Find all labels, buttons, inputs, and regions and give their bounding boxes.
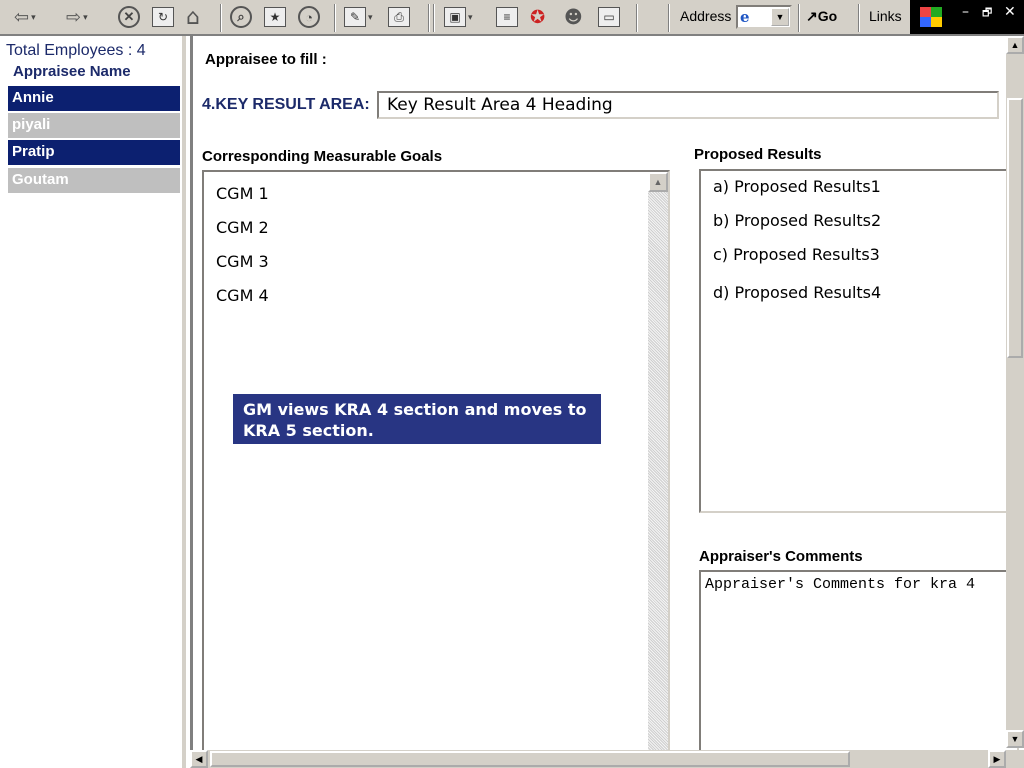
document-icon: ≡ [496, 7, 518, 27]
proposed-results-textarea[interactable]: a) Proposed Results1 b) Proposed Results… [699, 169, 1019, 513]
toolbar-separator [636, 4, 638, 32]
home-icon: ⌂ [186, 4, 200, 30]
toolbar-separator [220, 4, 222, 32]
award-button[interactable]: ✪ [530, 4, 545, 30]
scroll-right-icon[interactable]: ▶ [988, 750, 1006, 768]
total-employees: Total Employees : 4 [6, 42, 146, 59]
dropdown-icon: ▾ [83, 11, 88, 22]
user-icon: ☻ [564, 6, 583, 28]
goal-item: CGM 1 [216, 184, 269, 203]
document-button[interactable]: ≡ [496, 4, 518, 30]
address-label: Address [680, 8, 732, 24]
scrollbar-corner [1006, 750, 1024, 768]
window-controls: – 🗗 ✕ [910, 0, 1024, 34]
print-icon: ⎙ [388, 7, 410, 27]
toolbar-separator [334, 4, 336, 32]
employee-item-annie[interactable]: Annie [8, 86, 180, 111]
history-button[interactable]: ◔ [298, 4, 320, 30]
search-icon: ⌕ [230, 6, 252, 28]
refresh-icon: ↻ [152, 7, 174, 27]
stop-button[interactable]: ✕ [118, 4, 140, 30]
links-button[interactable]: Links [869, 8, 902, 24]
dropdown-icon: ▾ [468, 11, 473, 22]
award-icon: ✪ [530, 6, 546, 28]
appraiser-comments-textarea[interactable]: Appraiser's Comments for kra 4 [699, 570, 1019, 768]
toolbar-separator [668, 4, 670, 32]
refresh-button[interactable]: ↻ [152, 4, 174, 30]
appraisee-name-header: Appraisee Name [13, 63, 131, 80]
home-button[interactable]: ⌂ [186, 4, 200, 30]
toolbar-separator [433, 4, 435, 32]
scrollbar-thumb[interactable] [1007, 98, 1023, 358]
forward-arrow-icon: ⇨ [66, 6, 82, 28]
edit-button[interactable]: ✎ ▾ [344, 4, 373, 30]
back-button[interactable]: ⇦ ▾ [14, 4, 36, 30]
proposed-results-label: Proposed Results [694, 146, 822, 163]
scroll-up-icon[interactable]: ▲ [1006, 36, 1024, 54]
window-button[interactable]: ▭ [598, 4, 620, 30]
minimize-button[interactable]: – [962, 4, 969, 20]
user-button[interactable]: ☻ [564, 4, 583, 30]
instruction-callout: GM views KRA 4 section and moves to KRA … [233, 394, 601, 444]
proposed-result-item: d) Proposed Results4 [713, 283, 882, 302]
scroll-down-icon[interactable]: ▼ [1006, 730, 1024, 748]
stop-icon: ✕ [118, 6, 140, 28]
goal-item: CGM 3 [216, 252, 269, 271]
go-label: Go [817, 8, 838, 24]
appraisal-form: Appraisee to fill : 4.KEY RESULT AREA: K… [190, 36, 1024, 768]
favorites-icon: ★ [264, 7, 286, 27]
employee-item-piyali[interactable]: piyali [8, 113, 180, 138]
windows-logo-icon [920, 7, 942, 27]
go-button[interactable]: ↗Go [806, 8, 837, 25]
window-icon: ▭ [598, 7, 620, 27]
goal-item: CGM 4 [216, 286, 269, 305]
toolbar-separator [428, 4, 430, 32]
address-input[interactable]: e ▼ [736, 5, 792, 29]
kra-heading-input[interactable]: Key Result Area 4 Heading [377, 91, 999, 119]
measurable-goals-textarea[interactable]: CGM 1 CGM 2 CGM 3 CGM 4 ▲ [202, 170, 670, 768]
print-button[interactable]: ⎙ [388, 4, 410, 30]
employee-list-frame: Total Employees : 4 Appraisee Name Annie… [0, 36, 186, 768]
scroll-left-icon[interactable]: ◀ [190, 750, 208, 768]
goal-item: CGM 2 [216, 218, 269, 237]
scrollbar-thumb[interactable] [210, 751, 850, 767]
back-arrow-icon: ⇦ [14, 6, 30, 28]
appraisee-fill-label: Appraisee to fill : [205, 51, 327, 68]
dropdown-icon: ▾ [368, 11, 373, 22]
goals-scrollbar[interactable]: ▲ [648, 172, 668, 768]
kra-label: 4.KEY RESULT AREA: [202, 96, 370, 113]
search-button[interactable]: ⌕ [230, 4, 252, 30]
employee-item-goutam[interactable]: Goutam [8, 168, 180, 193]
scroll-up-icon[interactable]: ▲ [648, 172, 668, 192]
page-horizontal-scrollbar[interactable]: ◀ ▶ [190, 750, 1006, 768]
dropdown-icon: ▾ [31, 11, 36, 22]
proposed-result-item: a) Proposed Results1 [713, 177, 881, 196]
restore-button[interactable]: 🗗 [982, 4, 992, 23]
close-button[interactable]: ✕ [1004, 4, 1016, 20]
proposed-result-item: b) Proposed Results2 [713, 211, 882, 230]
address-dropdown-icon[interactable]: ▼ [771, 8, 789, 26]
history-icon: ◔ [298, 6, 320, 28]
forward-button[interactable]: ⇨ ▾ [66, 4, 88, 30]
toolbar-separator [858, 4, 860, 32]
edit-icon: ✎ [344, 7, 366, 27]
toolbar-separator [798, 4, 800, 32]
go-arrow-icon: ↗ [806, 8, 818, 24]
appraiser-comments-label: Appraiser's Comments [699, 548, 863, 565]
ie-page-icon: e [740, 8, 750, 26]
proposed-result-item: c) Proposed Results3 [713, 245, 880, 264]
page-vertical-scrollbar[interactable]: ▲ ▼ [1006, 36, 1024, 748]
employee-item-pratip[interactable]: Pratip [8, 140, 180, 165]
browser-toolbar: ⇦▾ ⇨▾ ✕ ↻ ⌂ ⌕ ★ ◔ ✎▾ ⎙ ▣▾ ≡ ✪ ☻ ▭ Ad [0, 0, 1024, 36]
frame-button[interactable]: ▣ ▾ [444, 4, 473, 30]
measurable-goals-label: Corresponding Measurable Goals [202, 148, 443, 165]
frame-icon: ▣ [444, 7, 466, 27]
favorites-button[interactable]: ★ [264, 4, 286, 30]
